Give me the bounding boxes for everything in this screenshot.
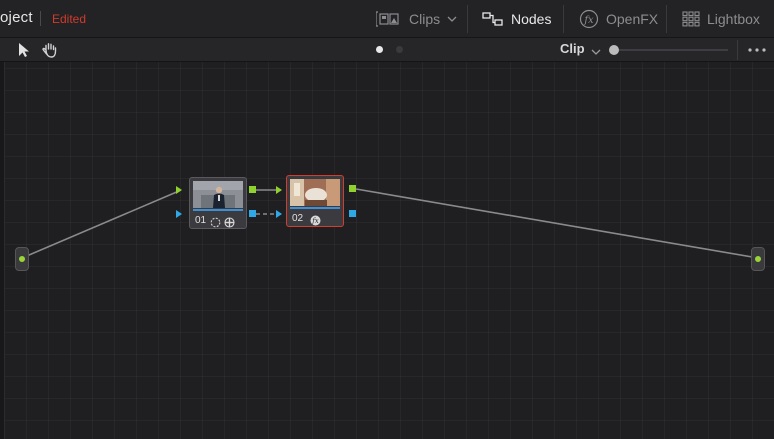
node-01-rgb-input[interactable] xyxy=(176,186,182,194)
canvas-left-border xyxy=(0,62,5,439)
toolbar-divider xyxy=(737,40,738,60)
toolbar-divider xyxy=(666,5,667,33)
chevron-down-icon[interactable] xyxy=(590,44,602,62)
project-title: oject xyxy=(0,9,33,26)
media-clips-icon xyxy=(376,11,402,27)
toolbar-divider xyxy=(563,5,564,33)
title-divider xyxy=(40,11,41,26)
qualifier-icon xyxy=(224,215,235,228)
grid-icon xyxy=(682,11,700,27)
more-options-icon[interactable] xyxy=(746,43,768,57)
mode-select-label[interactable]: Clip xyxy=(560,41,585,56)
node-graph-canvas[interactable] xyxy=(0,62,774,439)
node-02-status-bar xyxy=(290,207,340,209)
output-input-port[interactable] xyxy=(755,256,761,262)
node-01-status-bar xyxy=(193,209,243,211)
node-02[interactable]: 02 fx xyxy=(286,175,344,227)
page-indicator[interactable] xyxy=(396,46,403,53)
lightbox-label: Lightbox xyxy=(707,11,760,27)
clips-label: Clips xyxy=(409,11,441,27)
node-01-key-output[interactable] xyxy=(249,210,256,217)
node-01-thumbnail xyxy=(193,181,243,208)
lightbox-button[interactable]: Lightbox xyxy=(682,0,760,38)
clips-button[interactable]: Clips xyxy=(376,0,457,38)
project-status: Edited xyxy=(52,12,87,26)
node-02-key-output[interactable] xyxy=(349,210,356,217)
source-input-node[interactable] xyxy=(15,247,29,271)
svg-text:fx: fx xyxy=(583,15,594,26)
node-02-key-input[interactable] xyxy=(276,210,282,218)
node-01[interactable]: 01 xyxy=(189,177,247,229)
selection-icon xyxy=(210,215,221,228)
node-02-number: 02 xyxy=(292,213,304,224)
chevron-down-icon xyxy=(447,15,457,23)
toolbar-divider xyxy=(467,5,468,33)
node-01-number: 01 xyxy=(195,215,207,226)
node-02-rgb-input[interactable] xyxy=(276,186,282,194)
source-output-port[interactable] xyxy=(19,256,25,262)
output-node[interactable] xyxy=(751,247,765,271)
zoom-slider-track[interactable] xyxy=(614,49,728,51)
node-02-thumbnail xyxy=(290,179,340,206)
page-indicator-active[interactable] xyxy=(376,46,383,53)
fx-badge-icon: fx xyxy=(310,213,321,226)
nodes-label: Nodes xyxy=(511,11,552,27)
top-bar: oject Edited Clips Nodes fx OpenFX Light… xyxy=(0,0,774,38)
node-02-rgb-output[interactable] xyxy=(349,185,356,192)
node-editor-toolbar: Clip xyxy=(0,38,774,62)
fx-icon: fx xyxy=(579,9,599,29)
zoom-slider-thumb[interactable] xyxy=(609,45,619,55)
openfx-label: OpenFX xyxy=(606,11,659,27)
hand-tool-icon[interactable] xyxy=(41,41,59,59)
pointer-tool-icon[interactable] xyxy=(15,41,33,59)
openfx-button[interactable]: fx OpenFX xyxy=(579,0,658,38)
nodes-icon xyxy=(482,11,504,27)
nodes-button[interactable]: Nodes xyxy=(482,0,551,38)
node-01-key-input[interactable] xyxy=(176,210,182,218)
node-01-rgb-output[interactable] xyxy=(249,186,256,193)
svg-text:fx: fx xyxy=(311,217,319,225)
